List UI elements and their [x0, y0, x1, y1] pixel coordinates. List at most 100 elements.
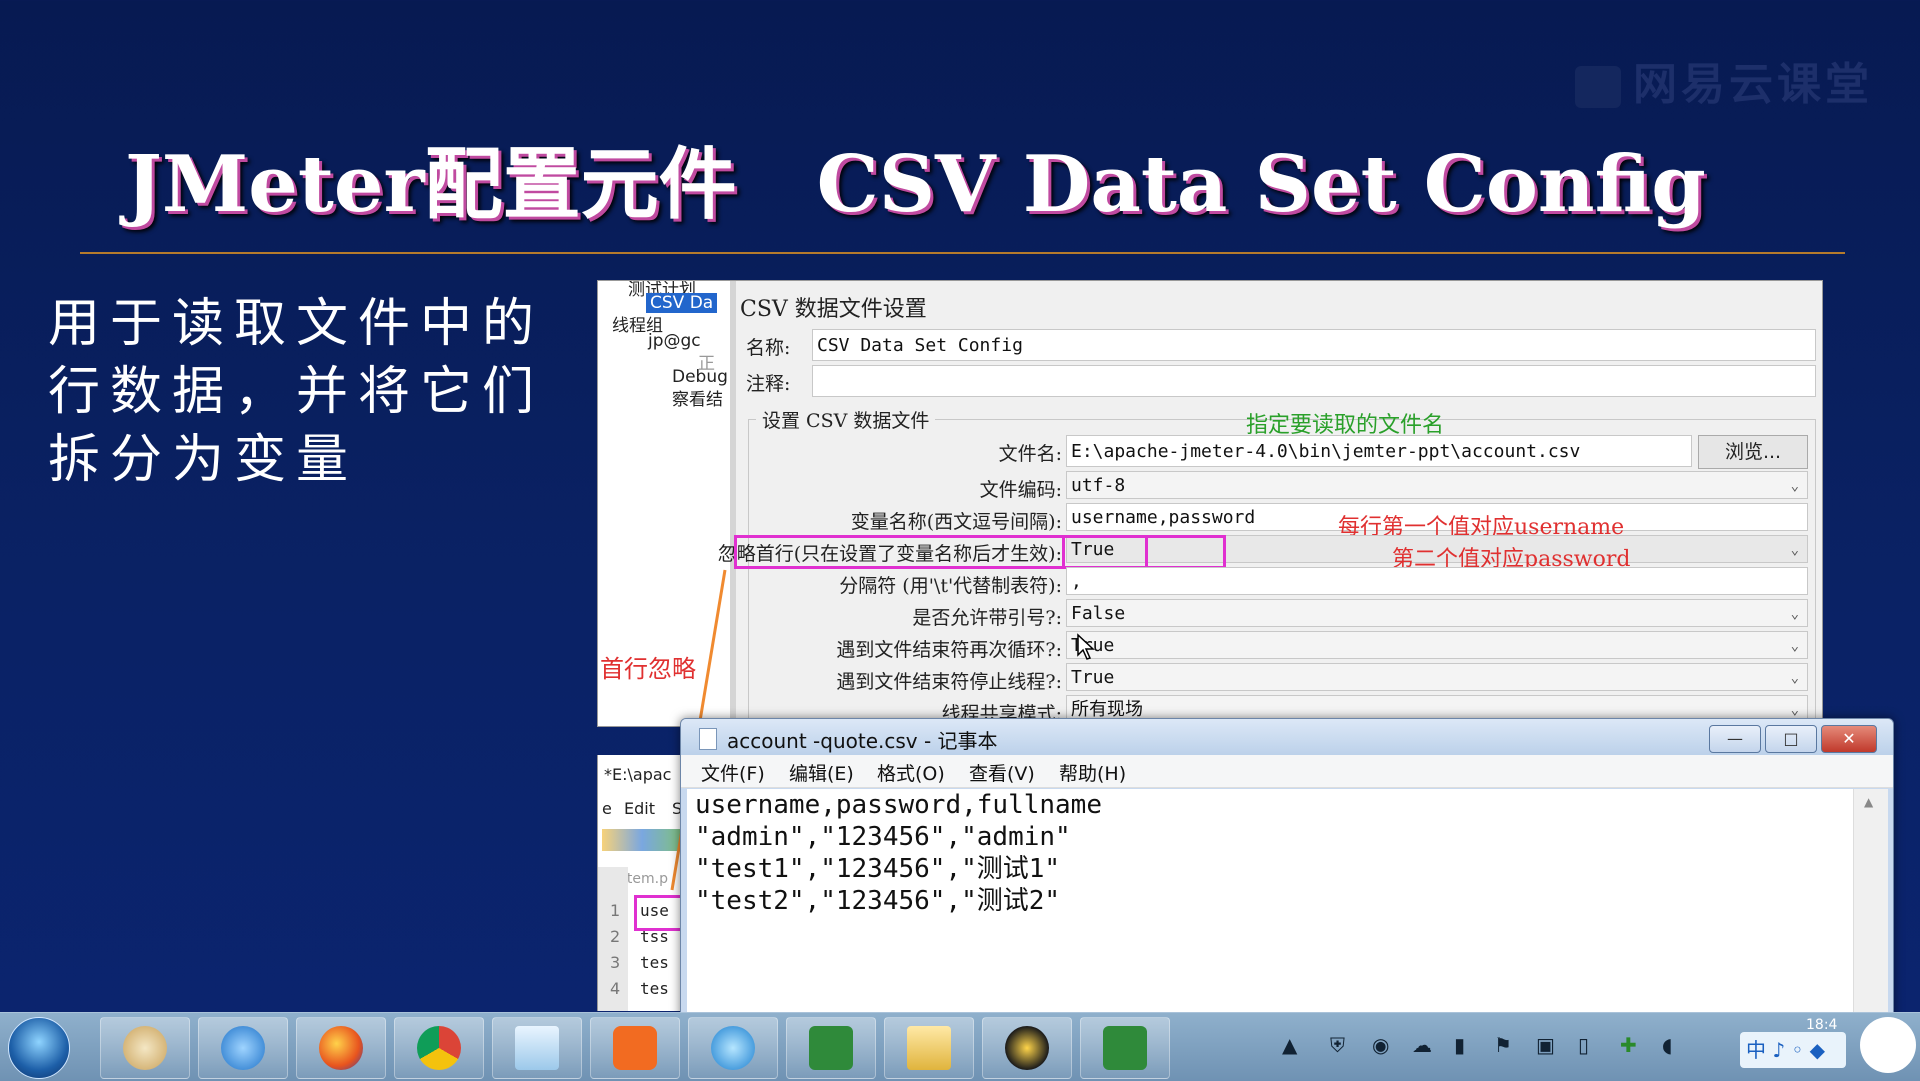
explorer-icon: [907, 1026, 951, 1070]
taskbar-ie[interactable]: [198, 1017, 288, 1079]
title-divider: [80, 252, 1845, 254]
encoding-select[interactable]: utf-8 ⌄: [1066, 471, 1808, 499]
stop-thread-eof-label: 遇到文件结束符停止线程?:: [836, 671, 1062, 693]
mouse-cursor-icon: [1077, 633, 1095, 660]
taskbar-firefox[interactable]: [296, 1017, 386, 1079]
slide-title: JMeter配置元件 CSV Data Set Config: [125, 122, 1706, 234]
csv-line: "test1","123456","测试1": [695, 854, 1061, 884]
comment-input[interactable]: [812, 365, 1816, 397]
tray-clock[interactable]: 18:4: [1806, 1017, 1837, 1033]
browser-icon: [711, 1026, 755, 1070]
taskbar-camtasia[interactable]: [786, 1017, 876, 1079]
menu-file[interactable]: 文件(F): [701, 759, 765, 786]
taskbar-chrome[interactable]: [394, 1017, 484, 1079]
tray-volume-icon[interactable]: ◖: [1662, 1033, 1673, 1057]
ie-icon: [221, 1026, 265, 1070]
tray-shield-icon[interactable]: ⛨: [1330, 1033, 1345, 1057]
line-number: 4: [610, 979, 621, 998]
notepad-text-area[interactable]: username,password,fullname "admin","1234…: [687, 789, 1855, 1019]
powerpoint-icon: [613, 1026, 657, 1070]
tree-item-jpgc[interactable]: jp@gc: [648, 331, 701, 351]
delimiter-input[interactable]: ,: [1066, 567, 1808, 595]
tree-item-view-results[interactable]: 察看结: [672, 385, 723, 410]
chevron-down-icon: ⌄: [1790, 606, 1799, 622]
tray-app-icon[interactable]: ▲: [1282, 1033, 1297, 1057]
line-number: 2: [610, 927, 621, 946]
notepad-title: account -quote.csv - 记事本: [727, 729, 998, 753]
stop-thread-eof-select[interactable]: True ⌄: [1066, 663, 1808, 691]
scroll-up-icon[interactable]: ▲: [1864, 795, 1873, 809]
editor-line: tes: [640, 979, 669, 998]
csv-line: "admin","123456","admin": [695, 822, 1071, 852]
minimize-button[interactable]: —: [1709, 725, 1761, 753]
notepad-menubar: 文件(F) 编辑(E) 格式(O) 查看(V) 帮助(H): [681, 755, 1893, 788]
tray-browser-icon[interactable]: ◉: [1372, 1033, 1389, 1057]
title-en: CSV Data Set Config: [816, 139, 1706, 230]
notepad-icon: [699, 728, 717, 750]
taskbar-notes[interactable]: [492, 1017, 582, 1079]
csv-line: "test2","123456","测试2": [695, 886, 1061, 916]
close-button[interactable]: ✕: [1821, 725, 1877, 753]
highlight-true-value: [1062, 535, 1148, 569]
notepad-window: account -quote.csv - 记事本 — □ ✕ 文件(F) 编辑(…: [680, 718, 1894, 1020]
recycle-eof-label: 遇到文件结束符再次循环?:: [836, 639, 1062, 661]
tray-flag-icon[interactable]: ⚑: [1494, 1033, 1512, 1057]
line-number: 3: [610, 953, 621, 972]
browse-button[interactable]: 浏览...: [1698, 435, 1808, 469]
variable-names-label: 变量名称(西文逗号间隔):: [850, 511, 1062, 533]
windows-taskbar: ▲ ⛨ ◉ ☁ ▮ ⚑ ▣ ▯ ✚ ◖ 18:4: [0, 1012, 1920, 1081]
mascot-icon: [1860, 1017, 1916, 1073]
filename-input[interactable]: E:\apache-jmeter-4.0\bin\jemter-ppt\acco…: [1066, 435, 1692, 467]
name-input[interactable]: CSV Data Set Config: [812, 329, 1816, 361]
recycle-eof-select[interactable]: True ⌄: [1066, 631, 1808, 659]
camtasia-icon: [809, 1026, 853, 1070]
tree-item-debug[interactable]: Debug: [672, 367, 728, 387]
tray-plus-icon[interactable]: ✚: [1620, 1033, 1637, 1057]
tray-cloud-icon[interactable]: ☁: [1412, 1033, 1432, 1057]
menu-format[interactable]: 格式(O): [877, 759, 945, 786]
chrome-icon: [417, 1026, 461, 1070]
allow-quotes-label: 是否允许带引号?:: [912, 607, 1062, 629]
camtasia2-icon: [1103, 1026, 1147, 1070]
taskbar-browser[interactable]: [688, 1017, 778, 1079]
start-orb-icon[interactable]: [8, 1017, 70, 1079]
firefox-icon: [319, 1026, 363, 1070]
editor-menu-e[interactable]: e: [602, 799, 612, 818]
tray-device-icon[interactable]: ▯: [1578, 1033, 1589, 1057]
jmeter-window: 测试计划 CSV Da 线程组 jp@gc 正 Debug 察看结 首行忽略 C…: [597, 280, 1823, 727]
taskbar-camtasia2[interactable]: [1080, 1017, 1170, 1079]
chevron-down-icon: ⌄: [1790, 638, 1799, 654]
csv-line: username,password,fullname: [695, 790, 1102, 820]
taskbar-ultraedit[interactable]: [982, 1017, 1072, 1079]
menu-view[interactable]: 查看(V): [969, 759, 1035, 786]
ultraedit-icon: [1005, 1026, 1049, 1070]
editor-line: tes: [640, 953, 669, 972]
chevron-down-icon: ⌄: [1790, 542, 1799, 558]
menu-edit[interactable]: 编辑(E): [789, 759, 854, 786]
taskbar-powerpoint[interactable]: [590, 1017, 680, 1079]
delimiter-label: 分隔符 (用'\t'代替制表符):: [839, 575, 1062, 597]
title-cn: JMeter配置元件: [125, 139, 737, 230]
menu-help[interactable]: 帮助(H): [1059, 759, 1126, 786]
notes-icon: [515, 1026, 559, 1070]
highlight-ignore-label: [734, 535, 1226, 569]
allow-quotes-select[interactable]: False ⌄: [1066, 599, 1808, 627]
maximize-button[interactable]: □: [1765, 725, 1817, 753]
netease-logo: 网易云课堂: [1575, 48, 1873, 112]
vertical-scrollbar[interactable]: ▲: [1853, 789, 1888, 1019]
filename-label: 文件名:: [998, 443, 1062, 465]
logo-mark-icon: [1575, 66, 1621, 108]
comment-label: 注释:: [746, 373, 791, 395]
group-title: 设置 CSV 数据文件: [756, 406, 936, 433]
line-number: 1: [610, 901, 621, 920]
taskbar-explorer[interactable]: [884, 1017, 974, 1079]
tray-display-icon[interactable]: ▣: [1536, 1033, 1555, 1057]
taskbar-paint[interactable]: [100, 1017, 190, 1079]
highlight-first-line: [634, 895, 683, 931]
paint-icon: [123, 1026, 167, 1070]
encoding-label: 文件编码:: [979, 479, 1062, 501]
tray-network-icon[interactable]: ▮: [1454, 1033, 1465, 1057]
tree-item-csv-config[interactable]: CSV Da: [646, 293, 718, 313]
ime-indicator[interactable]: 中 ♪ ◦ ◆: [1740, 1032, 1846, 1068]
chevron-down-icon: ⌄: [1790, 478, 1799, 494]
